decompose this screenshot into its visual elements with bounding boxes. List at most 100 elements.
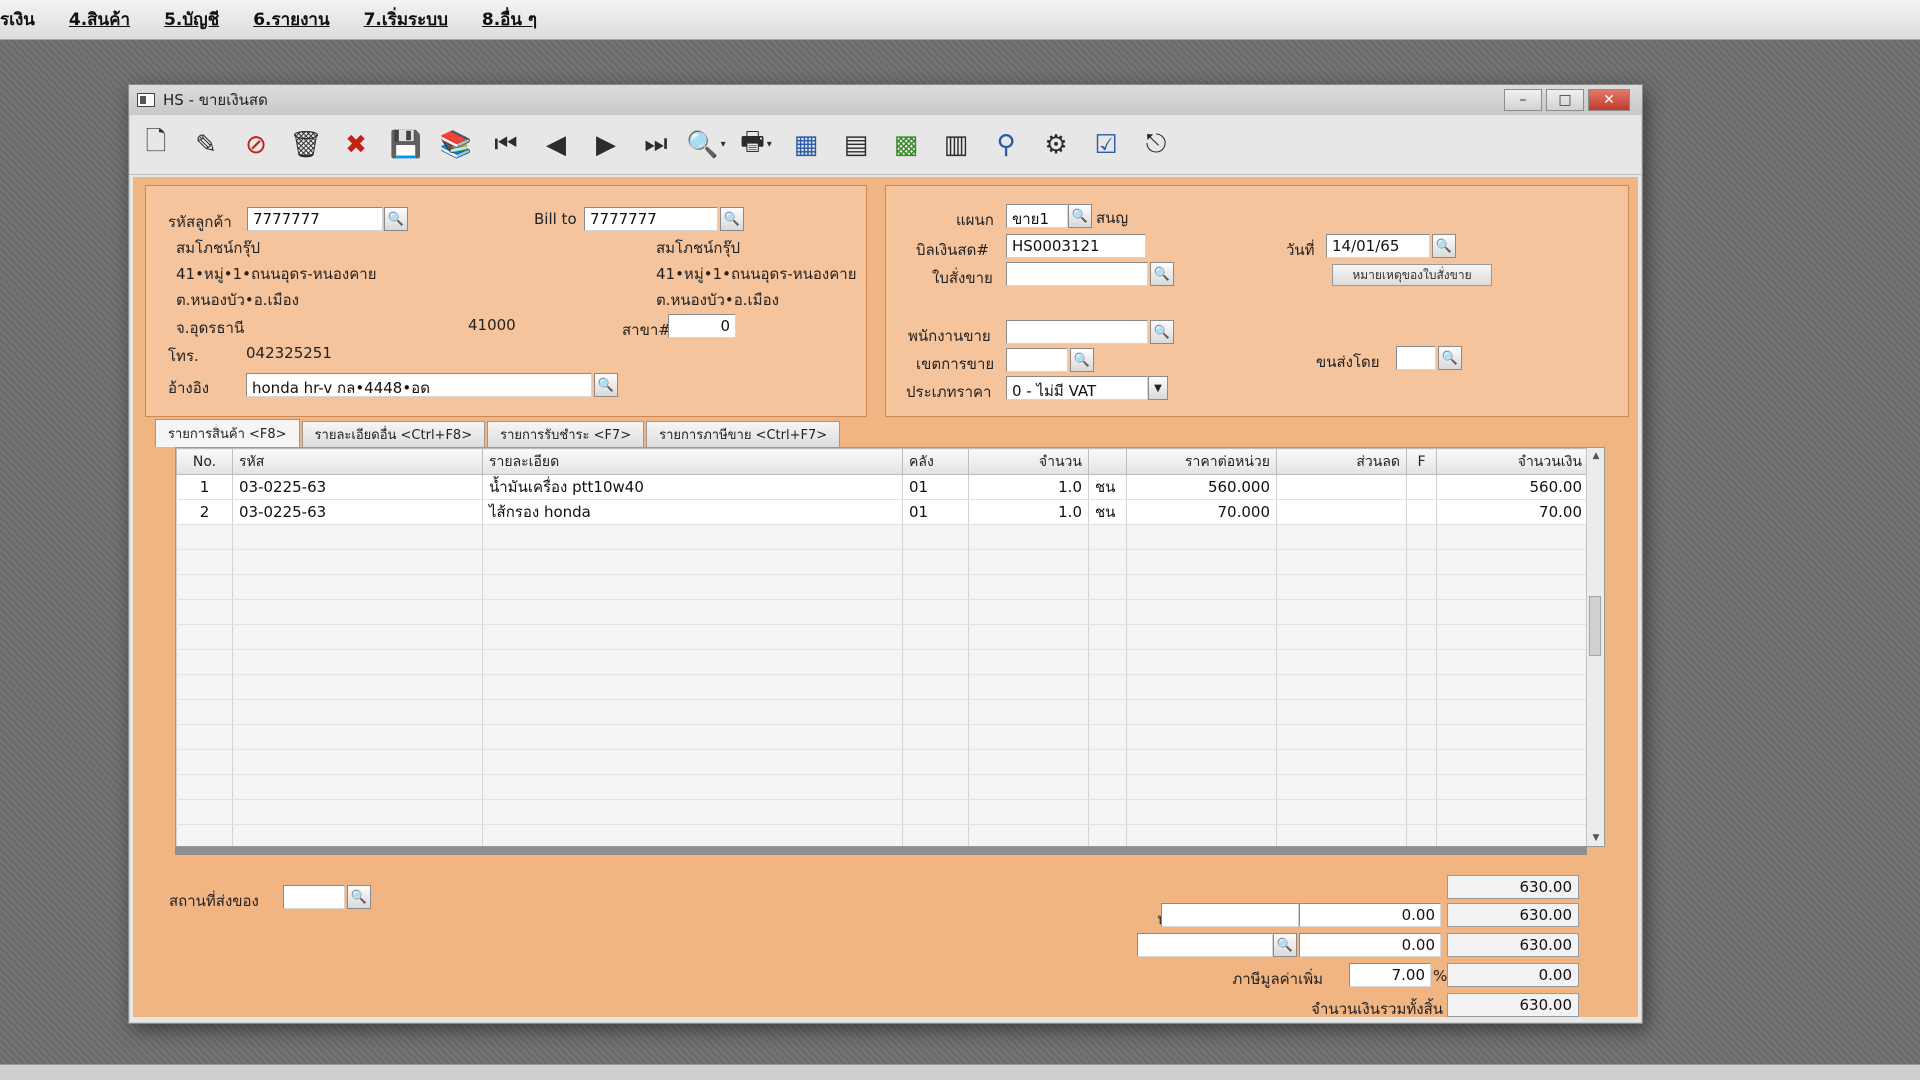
reference-search-icon[interactable]: 🔍 [594,373,618,397]
vat-rate-input[interactable]: 7.00 [1349,963,1431,987]
col-description[interactable]: รายละเอียด [482,448,903,475]
empty-row[interactable] [176,774,1589,800]
calendar-report-icon[interactable]: ▥ [937,124,975,166]
exit-door-icon[interactable]: ⎋ [1137,124,1175,166]
tab-sales-tax[interactable]: รายการภาษีขาย <Ctrl+F7> [646,421,841,447]
row-warehouse[interactable]: 01 [902,474,969,500]
menu-setup[interactable]: 7.เริ่มระบบ [364,6,482,33]
col-no[interactable]: No. [176,448,233,475]
date-input[interactable]: 14/01/65 [1326,234,1430,258]
price-type-dropdown-icon[interactable]: ▼ [1148,376,1168,400]
menu-accounts[interactable]: 5.บัญชี [164,6,253,33]
sales-order-note-button[interactable]: หมายเหตุของใบสั่งขาย [1332,264,1492,286]
find-document-icon[interactable]: 🔍 ▾ [686,124,725,166]
customer-search-icon[interactable]: 🔍 [384,207,408,231]
col-warehouse[interactable]: คลัง [902,448,969,475]
col-quantity[interactable]: จำนวน [968,448,1089,475]
menu-finance[interactable]: รเงิน [0,6,69,33]
customer-code-input[interactable]: 7777777 [247,207,383,231]
form-layout-icon[interactable]: ▤ [837,124,875,166]
bill-number-input[interactable]: HS0003121 [1006,234,1146,258]
copy-stack-icon[interactable]: 📚 [437,124,475,166]
last-record-icon[interactable]: ⏭ [637,124,675,166]
date-picker-icon[interactable]: 🔍 [1432,234,1456,258]
next-record-icon[interactable]: ▶ [587,124,625,166]
ship-place-search-icon[interactable]: 🔍 [347,885,371,909]
print-icon[interactable]: 🖶 ▾ [737,124,775,166]
sales-order-search-icon[interactable]: 🔍 [1150,262,1174,286]
row-unit-price[interactable]: 560.000 [1126,474,1277,500]
grid-horizontal-scrollbar[interactable] [175,847,1587,855]
row-discount[interactable] [1276,499,1407,525]
row-discount[interactable] [1276,474,1407,500]
discount-value-input[interactable]: 0.00 [1299,903,1441,927]
previous-record-icon[interactable]: ◀ [537,124,575,166]
maximize-button[interactable]: □ [1546,89,1584,111]
row-description[interactable]: ไส้กรอง honda [482,499,903,525]
bill-to-input[interactable]: 7777777 [584,207,718,231]
deposit-text-input[interactable] [1137,933,1273,957]
ship-place-input[interactable] [283,885,345,909]
row-quantity[interactable]: 1.0 [968,499,1089,525]
col-unit[interactable] [1088,448,1127,475]
sales-order-input[interactable] [1006,262,1148,286]
row-warehouse[interactable]: 01 [902,499,969,525]
ok-button-icon[interactable]: ☑ [1087,124,1125,166]
col-discount[interactable]: ส่วนลด [1276,448,1407,475]
empty-row[interactable] [176,524,1589,550]
row-code[interactable]: 03-0225-63 [232,474,483,500]
sales-area-search-icon[interactable]: 🔍 [1070,348,1094,372]
col-code[interactable]: รหัส [232,448,483,475]
menu-products[interactable]: 4.สินค้า [69,6,164,33]
table-row[interactable]: 2 03-0225-63 ไส้กรอง honda 01 1.0 ชน 70.… [176,499,1589,525]
empty-row[interactable] [176,824,1589,846]
col-unit-price[interactable]: ราคาต่อหน่วย [1126,448,1277,475]
items-grid[interactable]: No. รหัส รายละเอียด คลัง จำนวน ราคาต่อหน… [175,447,1605,847]
sales-area-input[interactable] [1006,348,1068,372]
window-titlebar[interactable]: HS - ขายเงินสด – □ ✕ [129,85,1642,115]
row-unit-price[interactable]: 70.000 [1126,499,1277,525]
department-input[interactable]: ขาย1 [1006,204,1068,228]
row-code[interactable]: 03-0225-63 [232,499,483,525]
deposit-search-icon[interactable]: 🔍 [1273,933,1297,957]
approve-user-icon[interactable]: ⚲ [987,124,1025,166]
price-type-select[interactable]: 0 - ไม่มี VAT [1006,376,1148,400]
grid-vertical-scrollbar[interactable]: ▲ ▼ [1586,448,1604,846]
scroll-down-icon[interactable]: ▼ [1587,830,1604,846]
row-description[interactable]: น้ำมันเครื่อง ptt10w40 [482,474,903,500]
cancel-icon[interactable]: ✖ [337,124,375,166]
empty-row[interactable] [176,574,1589,600]
minimize-button[interactable]: – [1504,89,1542,111]
tab-items[interactable]: รายการสินค้า <F8> [155,419,300,447]
menu-reports[interactable]: 6.รายงาน [253,6,363,33]
new-document-icon[interactable]: 🗋 [137,124,175,166]
department-search-icon[interactable]: 🔍 [1068,204,1092,228]
tab-other-details[interactable]: รายละเอียดอื่น <Ctrl+F8> [301,421,486,447]
col-amount[interactable]: จำนวนเงิน [1436,448,1589,475]
empty-row[interactable] [176,749,1589,775]
ship-by-input[interactable] [1396,346,1436,370]
save-disk-icon[interactable]: 💾 [387,124,425,166]
row-quantity[interactable]: 1.0 [968,474,1089,500]
empty-row[interactable] [176,649,1589,675]
empty-row[interactable] [176,724,1589,750]
spreadsheet-icon[interactable]: ▩ [887,124,925,166]
empty-row[interactable] [176,799,1589,825]
first-record-icon[interactable]: ⏮ [487,124,525,166]
col-flag[interactable]: F [1406,448,1437,475]
ship-by-search-icon[interactable]: 🔍 [1438,346,1462,370]
salesman-search-icon[interactable]: 🔍 [1150,320,1174,344]
bill-to-search-icon[interactable]: 🔍 [720,207,744,231]
close-button[interactable]: ✕ [1588,89,1630,111]
deposit-value-input[interactable]: 0.00 [1299,933,1441,957]
reference-input[interactable]: honda hr-v กล•4448•อด [246,373,592,397]
tab-payments[interactable]: รายการรับชำระ <F7> [487,421,645,447]
salesman-input[interactable] [1006,320,1148,344]
discount-text-input[interactable] [1161,903,1299,927]
empty-row[interactable] [176,549,1589,575]
empty-row[interactable] [176,699,1589,725]
table-row[interactable]: 1 03-0225-63 น้ำมันเครื่อง ptt10w40 01 1… [176,474,1589,500]
calculator-icon[interactable]: ▦ [787,124,825,166]
branch-input[interactable]: 0 [668,314,736,338]
empty-row[interactable] [176,674,1589,700]
